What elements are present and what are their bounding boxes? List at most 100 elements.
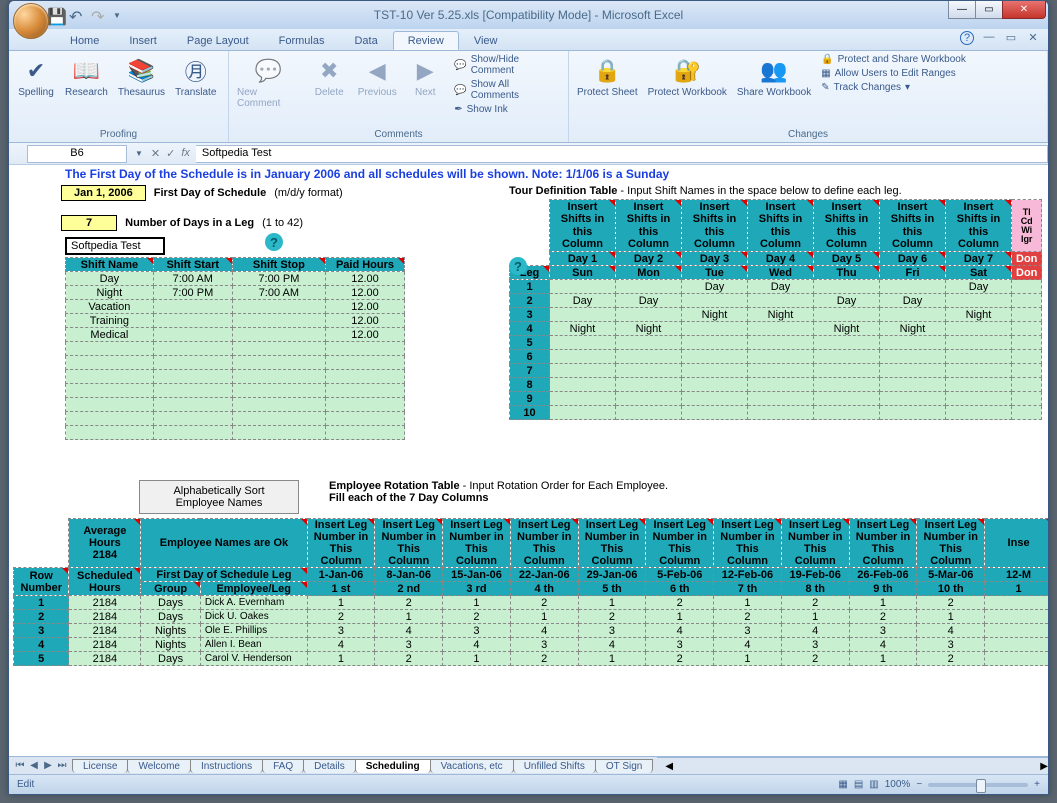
tour-cell[interactable] [616,280,682,294]
track-changes-button[interactable]: ✎Track Changes ▾ [817,81,970,94]
thesaurus-button[interactable]: 📚Thesaurus [114,53,169,100]
minimize-button[interactable]: — [948,1,976,19]
leg-cell[interactable] [985,596,1048,610]
save-icon[interactable]: 💾 [47,7,63,23]
tour-cell[interactable] [616,364,682,378]
shift-name-cell[interactable]: Vacation [66,300,154,314]
allow-edit-ranges-button[interactable]: ▦Allow Users to Edit Ranges [817,67,970,80]
leg-cell[interactable] [985,638,1048,652]
shift-start-cell[interactable]: 7:00 AM [153,272,232,286]
leg-cell[interactable]: 3 [849,624,917,638]
last-sheet-icon[interactable]: ⏭ [55,760,69,771]
tour-cell[interactable] [550,308,616,322]
paid-hours-cell[interactable]: 12.00 [326,300,405,314]
tour-cell[interactable] [814,392,880,406]
tour-cell[interactable] [880,364,946,378]
tour-cell[interactable] [616,378,682,392]
shift-start-cell[interactable]: 7:00 PM [153,286,232,300]
tour-cell[interactable] [748,364,814,378]
tab-view[interactable]: View [459,31,513,50]
name-box[interactable]: B6 [27,145,127,163]
tour-cell[interactable] [946,336,1012,350]
doc-close-icon[interactable]: ✕ [1026,31,1040,45]
employee-cell[interactable]: Ole E. Phillips [200,624,307,638]
tour-cell[interactable] [616,350,682,364]
fx-icon[interactable]: fx [181,147,190,160]
sheet-tab-license[interactable]: License [72,759,128,773]
tour-cell[interactable] [880,406,946,420]
tour-cell[interactable] [682,364,748,378]
tour-cell[interactable]: Day [814,294,880,308]
tour-cell[interactable] [946,364,1012,378]
tour-cell[interactable] [550,392,616,406]
view-pagebreak-icon[interactable]: ▥ [869,779,878,790]
leg-cell[interactable]: 4 [307,638,375,652]
tour-cell[interactable]: Day [946,280,1012,294]
share-workbook-button[interactable]: 👥Share Workbook [733,53,815,100]
tour-cell[interactable] [682,336,748,350]
leg-cell[interactable]: 4 [646,624,714,638]
tour-cell[interactable] [550,364,616,378]
formula-input[interactable]: Softpedia Test [196,145,1048,163]
tab-home[interactable]: Home [55,31,114,50]
tab-insert[interactable]: Insert [114,31,172,50]
leg-cell[interactable]: 1 [375,610,443,624]
tour-cell[interactable]: Day [550,294,616,308]
paid-hours-cell[interactable]: 12.00 [326,272,405,286]
tab-data[interactable]: Data [339,31,392,50]
tour-cell[interactable] [946,406,1012,420]
tour-cell[interactable] [616,392,682,406]
tour-cell[interactable] [682,322,748,336]
tour-cell[interactable]: Night [682,308,748,322]
tour-cell[interactable] [946,350,1012,364]
cancel-formula-icon[interactable]: ✕ [151,147,160,160]
leg-cell[interactable]: 2 [510,596,578,610]
tour-cell[interactable] [550,336,616,350]
tour-cell[interactable] [550,378,616,392]
tour-cell[interactable] [682,350,748,364]
tour-cell[interactable] [814,336,880,350]
view-normal-icon[interactable]: ▦ [838,779,847,790]
leg-cell[interactable]: 3 [646,638,714,652]
showhide-comment-button[interactable]: 💬Show/Hide Comment [450,53,564,77]
tour-cell[interactable] [880,280,946,294]
leg-cell[interactable]: 2 [578,610,646,624]
tab-formulas[interactable]: Formulas [264,31,340,50]
leg-cell[interactable]: 2 [646,652,714,666]
close-button[interactable]: ✕ [1002,1,1046,19]
tour-cell[interactable] [814,280,880,294]
employee-cell[interactable]: Carol V. Henderson [200,652,307,666]
tour-cell[interactable] [616,406,682,420]
group-cell[interactable]: Nights [141,638,201,652]
employee-cell[interactable]: Dick A. Evernham [200,596,307,610]
tour-cell[interactable] [550,406,616,420]
sheet-tab-vacations-etc[interactable]: Vacations, etc [430,759,514,773]
leg-cell[interactable]: 1 [443,596,511,610]
leg-cell[interactable]: 4 [781,624,849,638]
tour-cell[interactable]: Day [748,280,814,294]
hint-icon-3[interactable]: ? [509,257,527,275]
tour-cell[interactable] [880,392,946,406]
tour-cell[interactable]: Night [550,322,616,336]
sheet-tab-scheduling[interactable]: Scheduling [355,759,431,773]
leg-cell[interactable]: 2 [646,596,714,610]
view-layout-icon[interactable]: ▤ [854,779,863,790]
tour-cell[interactable] [616,336,682,350]
tour-cell[interactable]: Night [814,322,880,336]
enter-formula-icon[interactable]: ✓ [166,147,175,160]
protect-workbook-button[interactable]: 🔐Protect Workbook [644,53,731,100]
sheet-tab-faq[interactable]: FAQ [262,759,304,773]
previous-comment-button[interactable]: ◀Previous [354,53,400,100]
protect-sheet-button[interactable]: 🔒Protect Sheet [573,53,642,100]
employee-cell[interactable]: Allen I. Bean [200,638,307,652]
shift-name-cell[interactable]: Training [66,314,154,328]
leg-cell[interactable]: 1 [307,596,375,610]
leg-cell[interactable]: 4 [714,638,782,652]
redo-icon[interactable]: ↷ [91,7,107,23]
zoom-slider[interactable] [928,783,1028,787]
tour-cell[interactable] [946,294,1012,308]
leg-cell[interactable]: 1 [646,610,714,624]
sort-button[interactable]: Alphabetically Sort Employee Names [139,480,299,514]
leg-cell[interactable]: 1 [307,652,375,666]
leg-cell[interactable]: 1 [781,610,849,624]
